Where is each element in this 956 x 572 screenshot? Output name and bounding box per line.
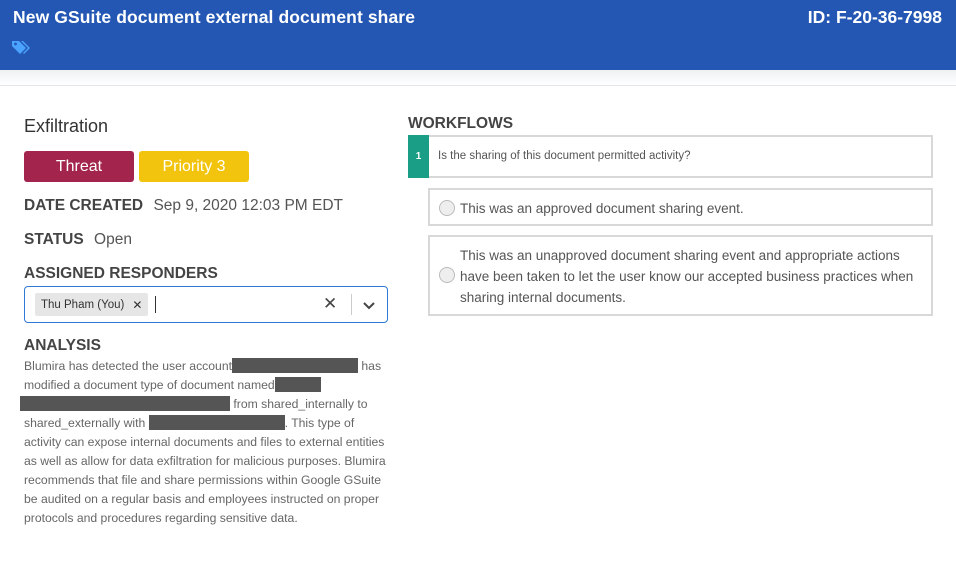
assigned-responders-label: ASSIGNED RESPONDERS — [24, 265, 218, 282]
header-bar: New GSuite document external document sh… — [0, 0, 956, 70]
redacted-block — [148, 415, 285, 430]
priority-badge: Priority 3 — [139, 151, 249, 182]
analysis-part-5: . This type of activity can expose inter… — [24, 416, 386, 525]
date-created-row: DATE CREATED Sep 9, 2020 12:03 PM EDT — [24, 197, 343, 215]
analysis-text: Blumira has detected the user account ha… — [20, 357, 390, 528]
workflow-option-unapproved[interactable]: This was an unapproved document sharing … — [428, 235, 933, 316]
text-cursor — [155, 296, 156, 313]
redacted-block — [274, 377, 321, 392]
threat-badge: Threat — [24, 151, 134, 182]
chevron-down-icon[interactable] — [361, 297, 377, 313]
workflow-option-approved[interactable]: This was an approved document sharing ev… — [428, 188, 933, 226]
workflow-question: 1 Is the sharing of this document permit… — [408, 135, 933, 178]
date-created-label: DATE CREATED — [24, 197, 144, 214]
radio-button[interactable] — [439, 200, 455, 216]
step-number: 1 — [408, 135, 429, 178]
status-value: Open — [94, 231, 132, 248]
question-text: Is the sharing of this document permitte… — [438, 150, 691, 162]
status-row: STATUS Open — [24, 231, 132, 249]
finding-category: Exfiltration — [24, 116, 109, 136]
remove-responder-icon[interactable]: ✕ — [132, 298, 142, 312]
responder-chip: Thu Pham (You) ✕ — [35, 293, 149, 316]
option-label: This was an unapproved document sharing … — [460, 248, 914, 305]
status-label: STATUS — [24, 231, 84, 248]
responders-select[interactable]: Thu Pham (You) ✕ ✕ — [24, 286, 388, 323]
responder-chip-label: Thu Pham (You) — [41, 298, 125, 311]
finding-id: ID: F-20-36-7998 — [807, 7, 942, 27]
analysis-part-1: Blumira has detected the user account — [24, 359, 232, 373]
redacted-block — [20, 396, 230, 411]
date-created-value: Sep 9, 2020 12:03 PM EDT — [153, 197, 343, 214]
select-divider — [351, 294, 352, 315]
analysis-label: ANALYSIS — [24, 337, 101, 354]
analysis-part-4: shared_externally with — [24, 416, 146, 430]
option-label: This was an approved document sharing ev… — [460, 201, 744, 216]
analysis-part-3: from shared_internally to — [233, 397, 368, 411]
header-divider — [0, 70, 956, 86]
tag-icon[interactable] — [11, 39, 33, 57]
finding-title: New GSuite document external document sh… — [13, 7, 416, 27]
redacted-block — [232, 358, 358, 373]
clear-selection-icon[interactable]: ✕ — [323, 294, 337, 314]
workflows-label: WORKFLOWS — [408, 115, 514, 132]
radio-button[interactable] — [439, 267, 455, 283]
